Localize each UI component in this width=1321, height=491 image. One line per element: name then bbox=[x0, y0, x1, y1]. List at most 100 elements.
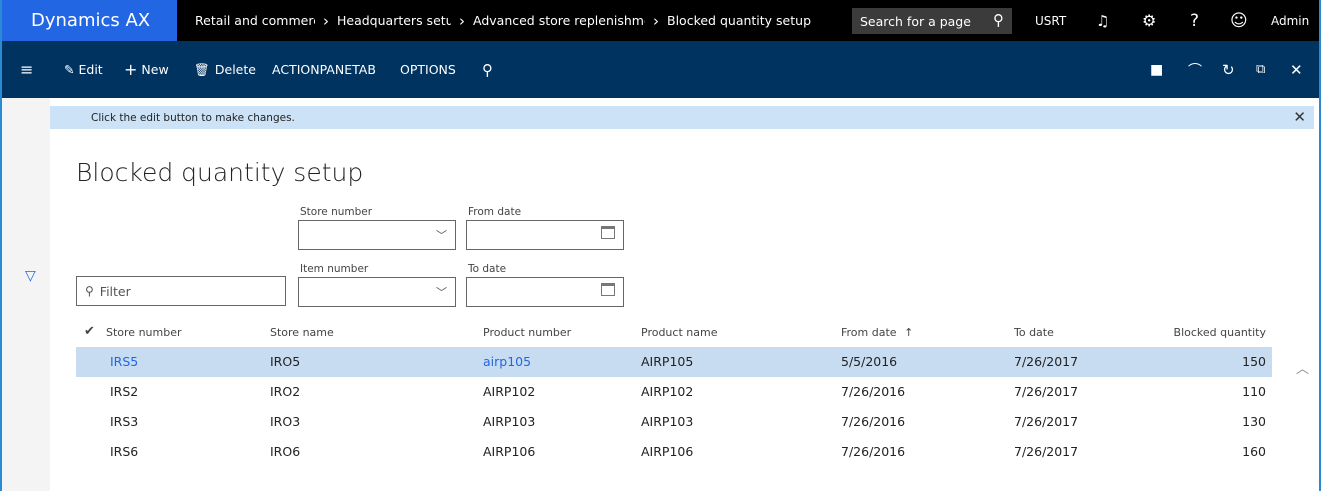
product-name-cell: AIRP105 bbox=[641, 354, 694, 369]
edit-label: Edit bbox=[78, 62, 103, 77]
column-header[interactable]: Store number bbox=[106, 326, 182, 339]
column-header[interactable]: Store name bbox=[270, 326, 334, 339]
user-menu[interactable]: Admin bbox=[1271, 0, 1309, 41]
tab-options[interactable]: OPTIONS bbox=[400, 41, 456, 98]
delete-button[interactable]: 🗑 Delete bbox=[194, 41, 256, 98]
store-number-label: Store number bbox=[300, 206, 373, 218]
to-date-cell: 7/26/2017 bbox=[1014, 444, 1079, 459]
smiley-icon[interactable]: ☺ bbox=[1230, 0, 1248, 41]
store-name-cell: IRO5 bbox=[270, 354, 301, 369]
new-label: New bbox=[141, 62, 169, 77]
to-date-cell: 7/26/2017 bbox=[1014, 354, 1079, 369]
blocked-quantity-cell: 160 bbox=[1242, 444, 1266, 459]
page-search-input[interactable]: Search for a page ⚲ bbox=[852, 8, 1012, 34]
item-number-dropdown[interactable]: ﹀ bbox=[298, 277, 456, 307]
search-icon[interactable]: ⚲ bbox=[482, 41, 493, 98]
breadcrumb-item[interactable]: Blocked quantity setup bbox=[667, 13, 811, 28]
scroll-up-chevron-icon[interactable]: ︿ bbox=[1296, 358, 1309, 377]
chevron-right-icon: › bbox=[323, 11, 329, 30]
from-date-cell: 5/5/2016 bbox=[841, 354, 898, 369]
blocked-quantity-cell: 150 bbox=[1242, 354, 1266, 369]
blocked-quantity-grid: ✔ Store number Store name Product number… bbox=[76, 319, 1272, 467]
trash-icon: 🗑 bbox=[194, 61, 210, 77]
open-new-window-icon[interactable]: ⧉ bbox=[1256, 41, 1265, 98]
store-number-cell[interactable]: IRS6 bbox=[110, 444, 138, 459]
select-all-checkmark-icon[interactable]: ✔ bbox=[84, 324, 95, 339]
edit-button[interactable]: ✎ Edit bbox=[64, 41, 103, 98]
store-name-cell: IRO3 bbox=[270, 414, 301, 429]
store-number-cell[interactable]: IRS5 bbox=[110, 354, 138, 369]
column-header[interactable]: Blocked quantity bbox=[1174, 326, 1266, 339]
close-icon[interactable]: ✕ bbox=[1293, 108, 1306, 126]
office-icon[interactable]: ■ bbox=[1150, 41, 1163, 98]
from-date-label: From date bbox=[468, 206, 522, 218]
grid-header: ✔ Store number Store name Product number… bbox=[76, 319, 1272, 347]
plus-icon: + bbox=[124, 60, 138, 79]
close-icon[interactable]: ✕ bbox=[1290, 41, 1303, 98]
gear-icon[interactable]: ⚙ bbox=[1142, 0, 1156, 41]
chevron-right-icon: › bbox=[459, 11, 465, 30]
calendar-icon[interactable] bbox=[601, 283, 615, 296]
chevron-down-icon: ﹀ bbox=[436, 229, 447, 242]
store-number-dropdown[interactable]: ﹀ bbox=[298, 220, 456, 250]
breadcrumb-item[interactable]: Advanced store replenishme bbox=[473, 13, 645, 28]
blocked-quantity-cell: 110 bbox=[1242, 384, 1266, 399]
company-picker[interactable]: USRT bbox=[1035, 0, 1066, 41]
product-number-cell[interactable]: AIRP102 bbox=[483, 384, 535, 399]
product-number-cell[interactable]: AIRP103 bbox=[483, 414, 535, 429]
product-number-cell[interactable]: AIRP106 bbox=[483, 444, 535, 459]
from-date-cell: 7/26/2016 bbox=[841, 444, 906, 459]
pencil-icon: ✎ bbox=[64, 62, 75, 77]
column-header[interactable]: Product number bbox=[483, 326, 571, 339]
to-date-cell: 7/26/2017 bbox=[1014, 414, 1079, 429]
to-date-field[interactable] bbox=[466, 277, 624, 307]
table-row[interactable]: IRS6 IRO6 AIRP106 AIRP106 7/26/2016 7/26… bbox=[76, 437, 1272, 467]
sort-ascending-icon: ↑ bbox=[904, 326, 914, 339]
refresh-icon[interactable]: ↻ bbox=[1222, 41, 1235, 98]
new-button[interactable]: + New bbox=[124, 41, 169, 98]
filter-input[interactable]: ⚲ Filter bbox=[76, 276, 286, 306]
store-number-cell[interactable]: IRS3 bbox=[110, 414, 138, 429]
blocked-quantity-cell: 130 bbox=[1242, 414, 1266, 429]
table-row[interactable]: IRS2 IRO2 AIRP102 AIRP102 7/26/2016 7/26… bbox=[76, 377, 1272, 407]
tab-actionpanetab[interactable]: ACTIONPANETAB bbox=[272, 41, 376, 98]
info-message: Click the edit button to make changes. bbox=[91, 111, 295, 124]
calendar-icon[interactable] bbox=[601, 226, 615, 239]
search-placeholder: Search for a page bbox=[860, 13, 971, 29]
filter-pane-strip: ▽ bbox=[0, 98, 50, 491]
chevron-down-icon: ﹀ bbox=[436, 286, 447, 299]
attachment-icon[interactable]: ⌒ bbox=[1188, 41, 1202, 98]
table-row[interactable]: IRS3 IRO3 AIRP103 AIRP103 7/26/2016 7/26… bbox=[76, 407, 1272, 437]
action-pane: ≡ ✎ Edit + New 🗑 Delete ACTIONPANETAB OP… bbox=[0, 41, 1321, 98]
breadcrumb: Retail and commerc › Headquarters setu ›… bbox=[195, 0, 811, 41]
product-name-cell: AIRP106 bbox=[641, 444, 694, 459]
breadcrumb-item[interactable]: Headquarters setu bbox=[337, 13, 451, 28]
product-number-cell[interactable]: airp105 bbox=[483, 354, 531, 369]
breadcrumb-item[interactable]: Retail and commerc bbox=[195, 13, 315, 28]
table-row[interactable]: IRS5 IRO5 airp105 AIRP105 5/5/2016 7/26/… bbox=[76, 347, 1272, 377]
filter-placeholder: Filter bbox=[99, 283, 131, 299]
store-number-cell[interactable]: IRS2 bbox=[110, 384, 138, 399]
store-name-cell: IRO2 bbox=[270, 384, 301, 399]
hamburger-icon[interactable]: ≡ bbox=[20, 41, 33, 98]
product-name-cell: AIRP102 bbox=[641, 384, 694, 399]
funnel-icon[interactable]: ▽ bbox=[25, 268, 36, 284]
to-date-cell: 7/26/2017 bbox=[1014, 384, 1079, 399]
to-date-label: To date bbox=[468, 263, 507, 275]
app-brand[interactable]: Dynamics AX bbox=[0, 0, 177, 41]
delete-label: Delete bbox=[214, 62, 256, 77]
from-date-field[interactable] bbox=[466, 220, 624, 250]
column-header-label: From date bbox=[841, 326, 897, 339]
help-icon[interactable]: ? bbox=[1190, 0, 1199, 41]
page-title: Blocked quantity setup bbox=[76, 158, 364, 187]
info-message-bar: Click the edit button to make changes. ✕ bbox=[50, 106, 1314, 129]
search-icon[interactable]: ⚲ bbox=[993, 11, 1004, 29]
item-number-label: Item number bbox=[300, 263, 369, 275]
column-header[interactable]: From date ↑ bbox=[841, 326, 913, 339]
bell-icon[interactable]: ♫ bbox=[1096, 0, 1109, 41]
column-header[interactable]: Product name bbox=[641, 326, 717, 339]
from-date-cell: 7/26/2016 bbox=[841, 414, 906, 429]
column-header[interactable]: To date bbox=[1014, 326, 1054, 339]
from-date-cell: 7/26/2016 bbox=[841, 384, 906, 399]
top-navigation-bar: Dynamics AX Retail and commerc › Headqua… bbox=[0, 0, 1321, 41]
